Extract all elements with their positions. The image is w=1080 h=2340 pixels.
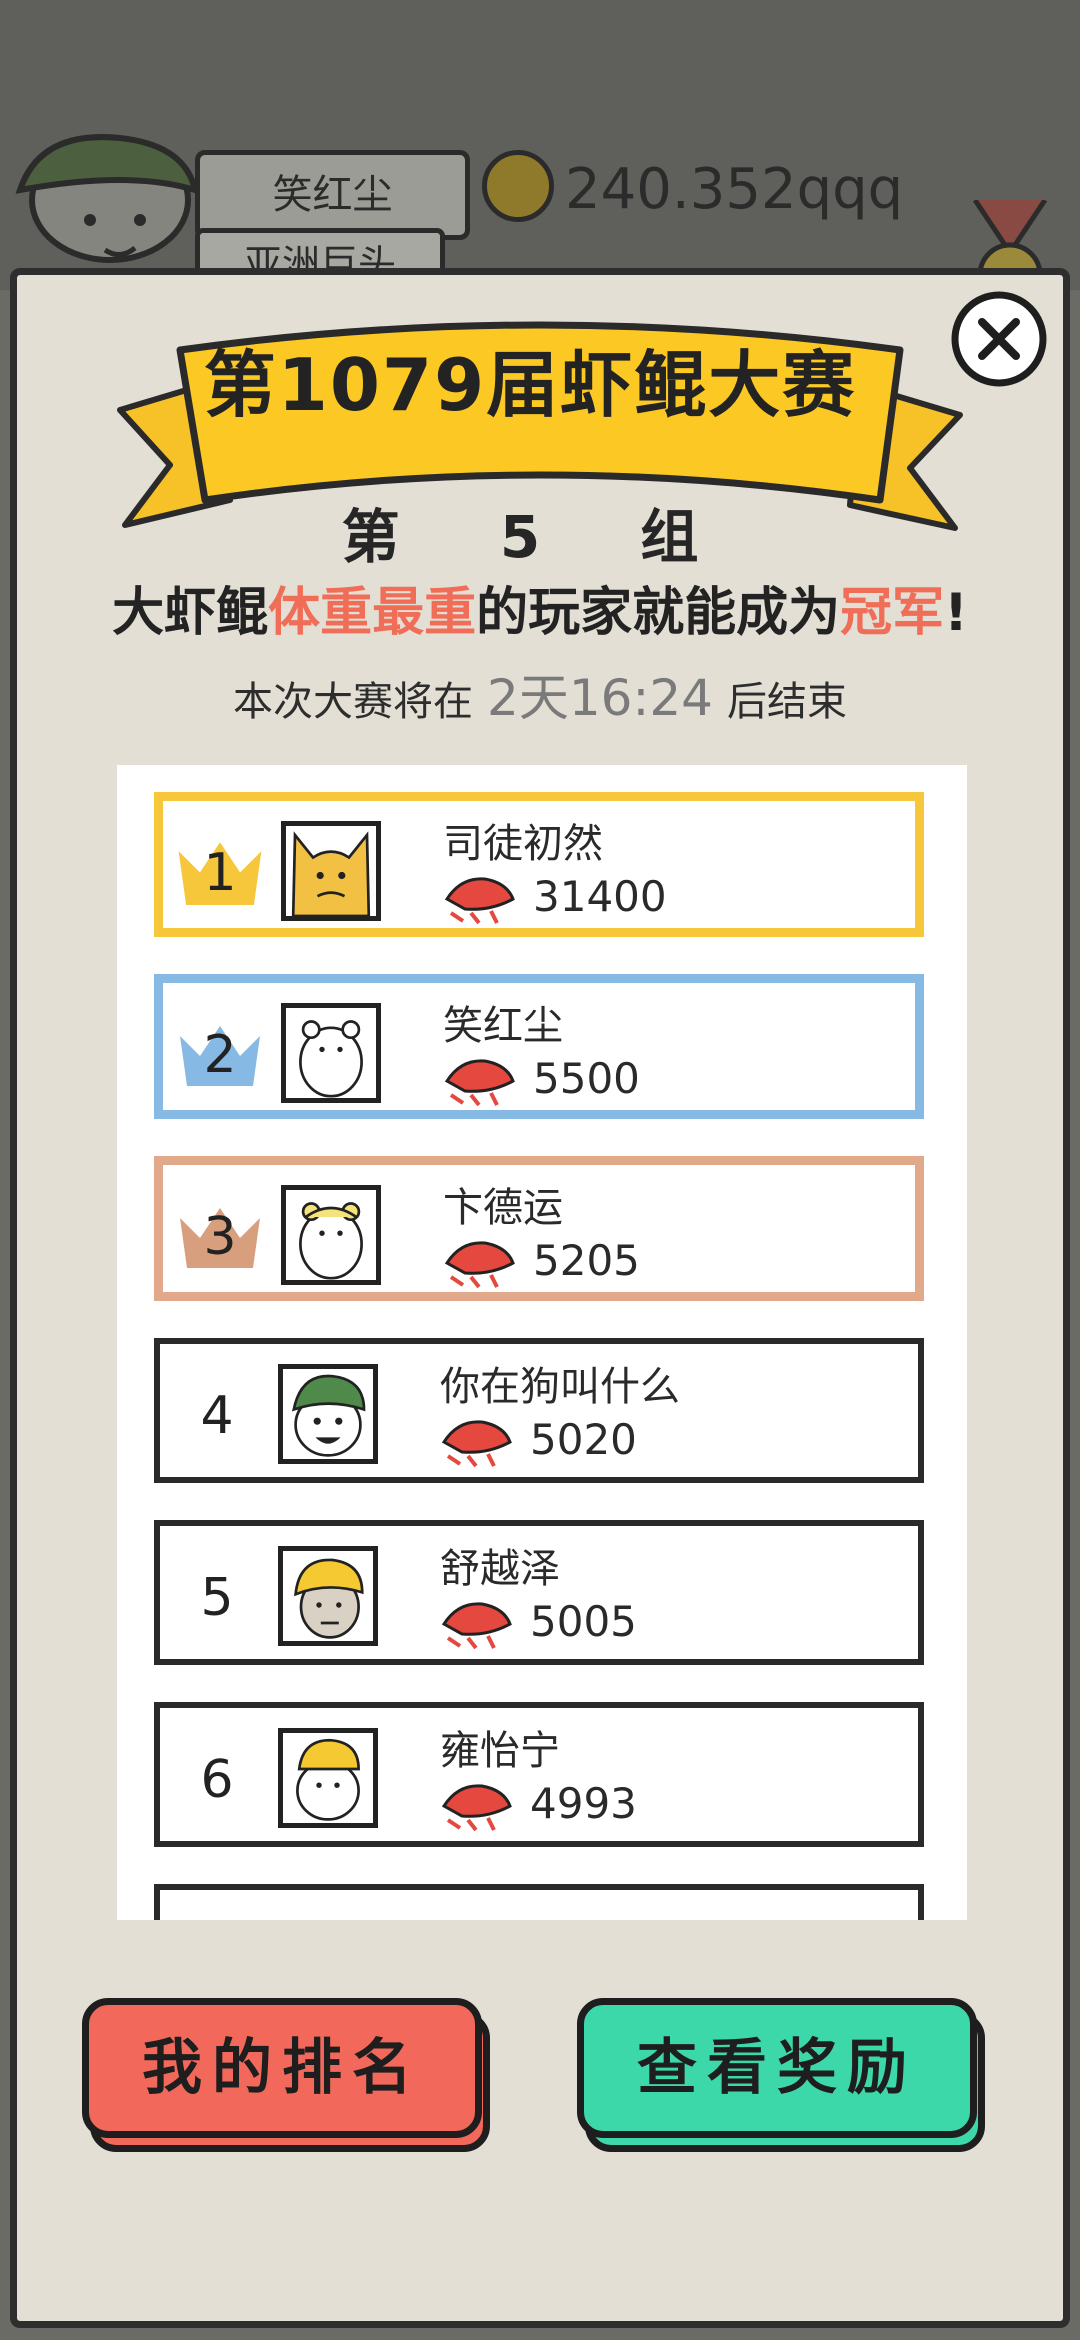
lobster-icon: [441, 1784, 512, 1832]
my-rank-label: 我的排名: [142, 2033, 422, 2103]
avatar: [281, 1185, 381, 1285]
player-name: 笑红尘: [443, 1003, 563, 1049]
countdown-time: 2天16:24: [487, 669, 713, 727]
lobster-icon: [444, 1059, 515, 1107]
rank-number: 1: [203, 843, 237, 903]
leaderboard-list[interactable]: 1 司徒初然 31400 2 笑红尘 5500 3 卞德运 5205 4 你在狗…: [117, 765, 967, 1920]
player-name: 卞德运: [443, 1185, 563, 1231]
rule-part: 大虾鲲: [112, 583, 269, 643]
leaderboard-row-partial[interactable]: [154, 1884, 924, 1920]
leaderboard-row[interactable]: 1 司徒初然 31400: [154, 792, 924, 937]
player-score: 5020: [530, 1415, 637, 1464]
rule-part: !: [944, 583, 968, 643]
player-name: 司徒初然: [443, 821, 603, 867]
player-name-plate: 笑红尘: [195, 150, 470, 240]
group-label: 第 5 组: [341, 503, 739, 571]
player-name: 雍怡宁: [440, 1728, 560, 1774]
leaderboard-row[interactable]: 4 你在狗叫什么 5020: [154, 1338, 924, 1483]
view-rewards-label: 查看奖励: [637, 2033, 917, 2103]
player-score: 5205: [533, 1236, 640, 1285]
view-rewards-button[interactable]: 查看奖励: [577, 1998, 987, 2152]
lobster-icon: [444, 1241, 515, 1289]
rule-part: 的玩家就能成为: [476, 583, 841, 643]
player-name: 你在狗叫什么: [440, 1364, 680, 1410]
leaderboard-row[interactable]: 5 舒越泽 5005: [154, 1520, 924, 1665]
lobster-icon: [441, 1420, 512, 1468]
lobster-icon: [441, 1602, 512, 1650]
countdown-prefix: 本次大赛将在: [233, 679, 474, 725]
my-rank-button[interactable]: 我的排名: [82, 1998, 492, 2152]
countdown-suffix: 后结束: [726, 679, 847, 725]
rank-number: 5: [200, 1568, 234, 1628]
player-avatar[interactable]: [10, 120, 200, 290]
avatar: [278, 1546, 378, 1646]
rule-highlight: 体重最重: [268, 583, 477, 643]
leaderboard-row[interactable]: 3 卞德运 5205: [154, 1156, 924, 1301]
player-score: 4993: [530, 1779, 637, 1828]
player-score: 5500: [533, 1054, 640, 1103]
rank-number: 6: [200, 1750, 234, 1810]
coin-balance: 240.352qqq: [565, 157, 904, 222]
player-score: 5005: [530, 1597, 637, 1646]
leaderboard-row[interactable]: 2 笑红尘 5500: [154, 974, 924, 1119]
lobster-icon: [444, 877, 515, 925]
rule-text: 大虾鲲体重最重的玩家就能成为冠军!: [0, 570, 1080, 645]
tournament-title: 第1079届虾鲲大赛: [203, 343, 857, 427]
avatar: [278, 1364, 378, 1464]
countdown: 本次大赛将在 2天16:24 后结束: [0, 658, 1080, 730]
rank-number: 4: [200, 1386, 234, 1446]
avatar: [281, 821, 381, 921]
avatar: [278, 1728, 378, 1828]
player-score: 31400: [533, 872, 667, 921]
rule-highlight: 冠军: [840, 583, 945, 643]
leaderboard-row[interactable]: 6 雍怡宁 4993: [154, 1702, 924, 1847]
coin-icon: [482, 150, 554, 222]
rank-number: 3: [203, 1207, 237, 1267]
rank-number: 2: [203, 1025, 237, 1085]
player-name: 舒越泽: [440, 1546, 560, 1592]
avatar: [281, 1003, 381, 1103]
